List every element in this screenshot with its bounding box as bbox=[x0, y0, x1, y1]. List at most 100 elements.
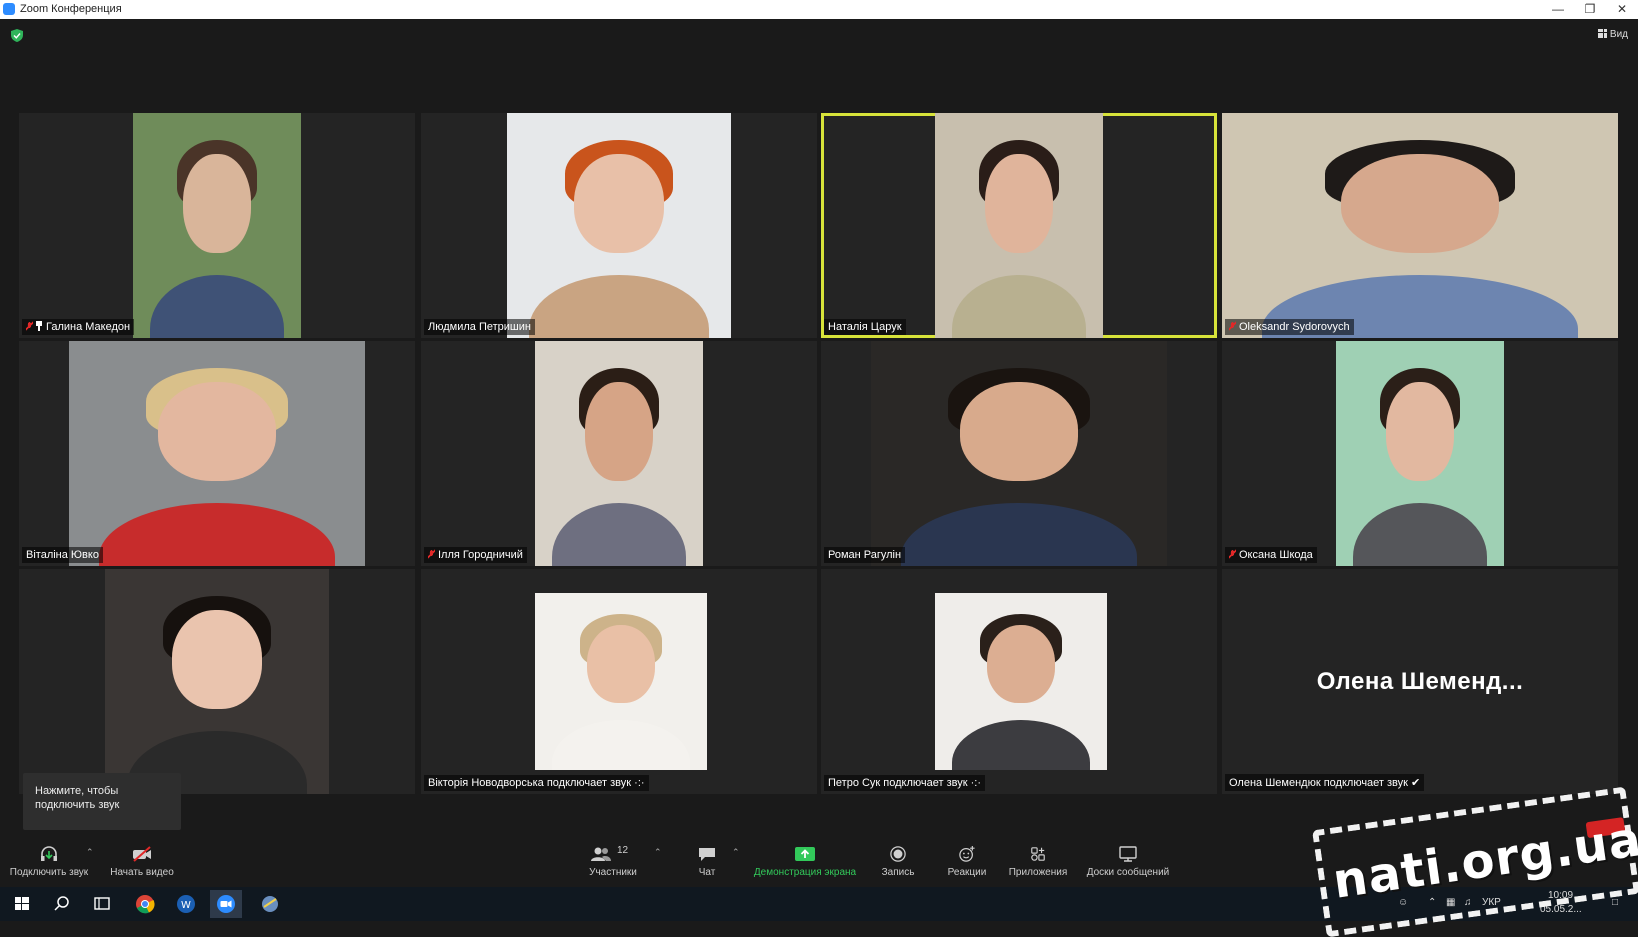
participant-tile[interactable]: Віталіна Ювко bbox=[19, 341, 415, 566]
restore-icon[interactable]: ❐ bbox=[1574, 0, 1606, 19]
chrome-icon[interactable] bbox=[133, 893, 157, 915]
zoom-taskbar-icon bbox=[217, 895, 235, 913]
participant-nameplate: Наталія Царук bbox=[824, 319, 906, 335]
participant-video bbox=[69, 341, 365, 566]
connect-audio-tooltip: Нажмите, чтобы подключить звук bbox=[23, 773, 181, 830]
share-screen-label: Демонстрация экрана bbox=[753, 867, 857, 878]
participant-tile[interactable]: Галина Македон bbox=[19, 113, 415, 338]
zoom-taskbar-item[interactable] bbox=[210, 890, 242, 918]
participant-name: Вікторія Новодворська подключает звук bbox=[428, 777, 632, 789]
windows-start-icon[interactable] bbox=[10, 893, 34, 915]
mic-muted-icon bbox=[428, 549, 435, 559]
close-icon[interactable]: ✕ bbox=[1606, 0, 1638, 19]
participants-button[interactable]: 12 Участники bbox=[580, 833, 646, 887]
record-label: Запись bbox=[881, 867, 915, 878]
participant-nameplate: Олена Шемендюк подключает звук ✔ bbox=[1225, 774, 1425, 791]
chat-icon bbox=[699, 848, 715, 861]
app-icon[interactable] bbox=[258, 893, 282, 915]
view-label: Вид bbox=[1609, 29, 1628, 40]
participant-nameplate: Ілля Городничий bbox=[424, 547, 527, 563]
participants-caret-icon[interactable]: ⌃ bbox=[654, 847, 662, 858]
start-video-button[interactable]: Начать видео bbox=[104, 833, 180, 887]
participants-label: Участники bbox=[589, 867, 637, 878]
reactions-button[interactable]: Реакции bbox=[942, 833, 992, 887]
participants-icon bbox=[591, 847, 611, 861]
record-button[interactable]: Запись bbox=[876, 833, 920, 887]
reactions-label: Реакции bbox=[947, 867, 987, 878]
participant-tile[interactable]: Людмила Петришин bbox=[421, 113, 817, 338]
connecting-dots-icon: ·:· bbox=[967, 777, 982, 789]
participant-video bbox=[507, 113, 731, 338]
participant-display-name: Олена Шеменд... bbox=[1316, 667, 1524, 695]
participant-tile[interactable]: Петро Сук подключает звук ·:· bbox=[821, 569, 1217, 794]
window-titlebar: Zoom Конференция — ❐ ✕ bbox=[0, 0, 1638, 19]
participant-tile[interactable]: Вікторія Новодворська подключает звук ·:… bbox=[421, 569, 817, 794]
chat-label: Чат bbox=[698, 867, 716, 878]
participant-name: Наталія Царук bbox=[828, 321, 902, 333]
participant-tile[interactable]: Наталія Царук bbox=[821, 113, 1217, 338]
participant-nameplate: Вікторія Новодворська подключает звук ·:… bbox=[424, 775, 649, 791]
zoom-app-icon bbox=[3, 3, 15, 15]
participant-video bbox=[1222, 113, 1618, 338]
grid-icon bbox=[1597, 29, 1607, 38]
mic-muted-icon bbox=[1229, 321, 1236, 331]
participant-video bbox=[535, 341, 703, 566]
tooltip-line-2: подключить звук bbox=[35, 799, 120, 811]
participant-video bbox=[535, 593, 707, 770]
participants-count: 12 bbox=[617, 845, 629, 856]
audio-options-caret-icon[interactable]: ⌃ bbox=[86, 847, 94, 858]
chat-caret-icon[interactable]: ⌃ bbox=[732, 847, 740, 858]
participant-name: Галина Македон bbox=[46, 321, 131, 333]
participant-video bbox=[105, 569, 329, 794]
participant-video bbox=[133, 113, 301, 338]
apps-label: Приложения bbox=[1008, 867, 1068, 878]
participant-name: Людмила Петришин bbox=[428, 321, 531, 333]
pin-icon bbox=[36, 321, 42, 331]
participant-name: Роман Рагулін bbox=[828, 549, 902, 561]
check-icon: ✔ bbox=[1407, 777, 1421, 789]
minimize-icon[interactable]: — bbox=[1542, 0, 1574, 19]
security-shield-icon[interactable] bbox=[11, 29, 23, 42]
participant-name: Віталіна Ювко bbox=[26, 549, 99, 561]
participant-nameplate: Роман Рагулін bbox=[824, 547, 906, 563]
participant-name: Оксана Шкода bbox=[1239, 549, 1313, 561]
connect-audio-label: Подключить звук bbox=[9, 867, 89, 878]
participant-name: Oleksandr Sydorovych bbox=[1239, 321, 1350, 333]
participant-tile[interactable]: Oleksandr Sydorovych bbox=[1222, 113, 1618, 338]
headphones-icon bbox=[41, 846, 57, 861]
browser-icon[interactable]: W bbox=[174, 893, 198, 915]
connecting-dots-icon: ·:· bbox=[631, 777, 645, 789]
participant-name: Олена Шемендюк подключает звук bbox=[1229, 777, 1408, 789]
participant-tile[interactable]: Роман Рагулін bbox=[821, 341, 1217, 566]
participant-tile[interactable]: Олена Шеменд... Олена Шемендюк подключает… bbox=[1222, 569, 1618, 794]
mic-muted-icon bbox=[1229, 549, 1236, 559]
participant-name: Петро Сук подключает звук bbox=[828, 777, 968, 789]
connect-audio-button[interactable]: Подключить звук bbox=[6, 833, 92, 887]
participant-video bbox=[1336, 341, 1504, 566]
svg-text:W: W bbox=[181, 900, 191, 911]
search-icon[interactable] bbox=[50, 893, 74, 915]
share-screen-button[interactable]: Демонстрация экрана bbox=[750, 833, 860, 887]
whiteboards-label: Доски сообщений bbox=[1086, 867, 1170, 878]
mic-muted-icon bbox=[26, 321, 33, 331]
participant-nameplate: Галина Македон bbox=[22, 319, 135, 335]
notifications-icon[interactable]: □ bbox=[1612, 897, 1618, 908]
participant-nameplate: Віталіна Ювко bbox=[22, 547, 103, 563]
participant-tile[interactable]: Ілля Городничий bbox=[421, 341, 817, 566]
participant-nameplate: Петро Сук подключает звук ·:· bbox=[824, 775, 986, 791]
tooltip-line-1: Нажмите, чтобы bbox=[35, 785, 119, 797]
participant-tile[interactable] bbox=[19, 569, 415, 794]
participant-tile[interactable]: Оксана Шкода bbox=[1222, 341, 1618, 566]
task-view-icon[interactable] bbox=[90, 893, 114, 915]
start-video-label: Начать видео bbox=[110, 867, 174, 878]
participant-video bbox=[871, 341, 1167, 566]
window-title: Zoom Конференция bbox=[20, 3, 122, 15]
participant-nameplate: Оксана Шкода bbox=[1225, 547, 1317, 563]
participant-video bbox=[935, 593, 1107, 770]
chat-button[interactable]: Чат bbox=[688, 833, 726, 887]
whiteboards-button[interactable]: Доски сообщений bbox=[1082, 833, 1174, 887]
participant-video bbox=[935, 113, 1103, 338]
apps-icon bbox=[1031, 847, 1045, 861]
view-button[interactable]: Вид bbox=[1597, 29, 1628, 40]
apps-button[interactable]: Приложения bbox=[1006, 833, 1070, 887]
